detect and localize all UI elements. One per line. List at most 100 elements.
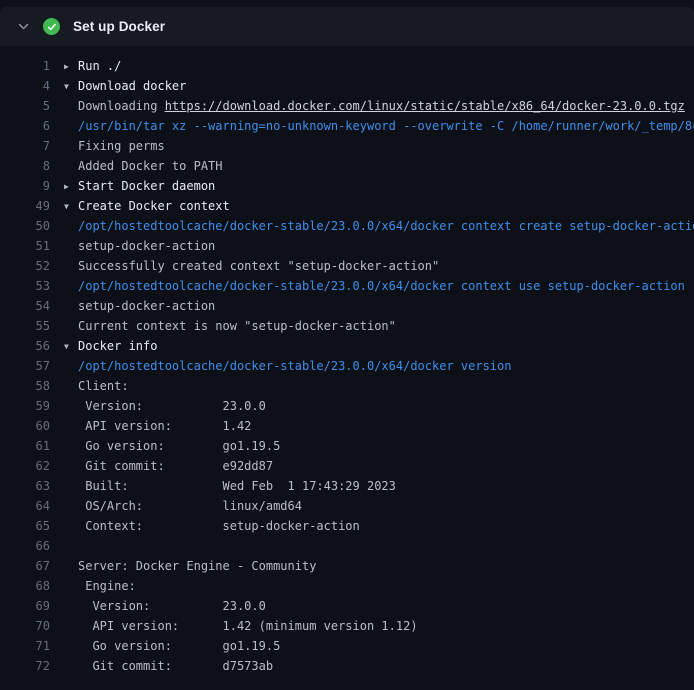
group-title: Run ./: [78, 59, 121, 73]
step-header[interactable]: Set up Docker: [0, 7, 694, 46]
line-number[interactable]: 68: [0, 576, 50, 596]
log-text: Current context is now "setup-docker-act…: [64, 316, 396, 336]
line-number[interactable]: 57: [0, 356, 50, 376]
step-title: Set up Docker: [73, 19, 165, 34]
line-number[interactable]: 51: [0, 236, 50, 256]
line-number[interactable]: 61: [0, 436, 50, 456]
log-line: 71 Go version: go1.19.5: [0, 636, 694, 656]
group-title: Docker info: [78, 339, 157, 353]
log-line: 60 API version: 1.42: [0, 416, 694, 436]
line-number[interactable]: 9: [0, 176, 50, 196]
log-text: API version: 1.42: [64, 416, 251, 436]
log-text: Version: 23.0.0: [64, 396, 266, 416]
log-line: 63 Built: Wed Feb 1 17:43:29 2023: [0, 476, 694, 496]
log-line: 64 OS/Arch: linux/amd64: [0, 496, 694, 516]
line-number[interactable]: 1: [0, 56, 50, 76]
log-text: Context: setup-docker-action: [64, 516, 360, 536]
line-number[interactable]: 55: [0, 316, 50, 336]
success-check-icon: [43, 18, 60, 35]
line-number[interactable]: 59: [0, 396, 50, 416]
log-text: Server: Docker Engine - Community: [64, 556, 316, 576]
line-number[interactable]: 63: [0, 476, 50, 496]
log-line[interactable]: 4 ▼Download docker: [0, 76, 694, 96]
log-line[interactable]: 9 ▶Start Docker daemon: [0, 176, 694, 196]
log-text: Go version: go1.19.5: [64, 436, 280, 456]
line-number[interactable]: 56: [0, 336, 50, 356]
line-number[interactable]: 70: [0, 616, 50, 636]
log-line: 65 Context: setup-docker-action: [0, 516, 694, 536]
expand-toggle-icon[interactable]: ▶: [64, 57, 78, 76]
log-text: Git commit: e92dd87: [64, 456, 273, 476]
line-number[interactable]: 58: [0, 376, 50, 396]
collapse-toggle-icon[interactable]: ▼: [64, 77, 78, 96]
group-title: Download docker: [78, 79, 186, 93]
log-text: Built: Wed Feb 1 17:43:29 2023: [64, 476, 396, 496]
line-number[interactable]: 67: [0, 556, 50, 576]
log-text: Go version: go1.19.5: [64, 636, 280, 656]
log-line: 5 Downloading https://download.docker.com…: [0, 96, 694, 116]
collapse-toggle-icon[interactable]: ▼: [64, 197, 78, 216]
log-text: setup-docker-action: [64, 296, 215, 316]
log-line[interactable]: 1 ▶Run ./: [0, 56, 694, 76]
log-text: setup-docker-action: [64, 236, 215, 256]
log-line: 61 Go version: go1.19.5: [0, 436, 694, 456]
log-line[interactable]: 56 ▼Docker info: [0, 336, 694, 356]
log-line: 7 Fixing perms: [0, 136, 694, 156]
collapse-toggle-icon[interactable]: ▼: [64, 337, 78, 356]
log-line: 69 Version: 23.0.0: [0, 596, 694, 616]
log-text: Added Docker to PATH: [64, 156, 223, 176]
log-line: 67 Server: Docker Engine - Community: [0, 556, 694, 576]
log-text: Downloading: [78, 99, 165, 113]
chevron-down-icon[interactable]: [16, 20, 30, 34]
log-line: 62 Git commit: e92dd87: [0, 456, 694, 476]
log-text: [64, 536, 78, 556]
log-text: Fixing perms: [64, 136, 165, 156]
line-number[interactable]: 7: [0, 136, 50, 156]
group-title: Create Docker context: [78, 199, 230, 213]
log-line: 51 setup-docker-action: [0, 236, 694, 256]
line-number[interactable]: 60: [0, 416, 50, 436]
line-number[interactable]: 65: [0, 516, 50, 536]
line-number[interactable]: 6: [0, 116, 50, 136]
log-command-text: /opt/hostedtoolcache/docker-stable/23.0.…: [64, 276, 685, 296]
log-url-link[interactable]: https://download.docker.com/linux/static…: [165, 99, 685, 113]
line-number[interactable]: 5: [0, 96, 50, 116]
log-command-text: /usr/bin/tar xz --warning=no-unknown-key…: [64, 116, 694, 136]
log-line: 53/opt/hostedtoolcache/docker-stable/23.…: [0, 276, 694, 296]
line-number[interactable]: 54: [0, 296, 50, 316]
log-line: 68 Engine:: [0, 576, 694, 596]
line-number[interactable]: 49: [0, 196, 50, 216]
line-number[interactable]: 71: [0, 636, 50, 656]
line-number[interactable]: 66: [0, 536, 50, 556]
line-number[interactable]: 8: [0, 156, 50, 176]
group-title: Start Docker daemon: [78, 179, 215, 193]
line-number[interactable]: 72: [0, 656, 50, 676]
expand-toggle-icon[interactable]: ▶: [64, 177, 78, 196]
log-line: 58 Client:: [0, 376, 694, 396]
line-number[interactable]: 50: [0, 216, 50, 236]
log-text: Version: 23.0.0: [64, 596, 266, 616]
log-line: 54 setup-docker-action: [0, 296, 694, 316]
log-text: Client:: [64, 376, 129, 396]
line-number[interactable]: 53: [0, 276, 50, 296]
log-command-text: /opt/hostedtoolcache/docker-stable/23.0.…: [64, 356, 511, 376]
log-line: 70 API version: 1.42 (minimum version 1.…: [0, 616, 694, 636]
line-number[interactable]: 4: [0, 76, 50, 96]
log-line: 8 Added Docker to PATH: [0, 156, 694, 176]
log-command-text: /opt/hostedtoolcache/docker-stable/23.0.…: [64, 216, 694, 236]
log-text: Git commit: d7573ab: [64, 656, 273, 676]
line-number[interactable]: 52: [0, 256, 50, 276]
line-number[interactable]: 62: [0, 456, 50, 476]
line-number[interactable]: 69: [0, 596, 50, 616]
log-line: 72 Git commit: d7573ab: [0, 656, 694, 676]
log-text: Successfully created context "setup-dock…: [64, 256, 439, 276]
line-number[interactable]: 64: [0, 496, 50, 516]
log-line: 55 Current context is now "setup-docker-a…: [0, 316, 694, 336]
log-text: Engine:: [64, 576, 136, 596]
log-line[interactable]: 49 ▼Create Docker context: [0, 196, 694, 216]
log-line: 59 Version: 23.0.0: [0, 396, 694, 416]
log-text: API version: 1.42 (minimum version 1.12): [64, 616, 418, 636]
log-line: 50/opt/hostedtoolcache/docker-stable/23.…: [0, 216, 694, 236]
log-line: 66: [0, 536, 694, 556]
log-text: OS/Arch: linux/amd64: [64, 496, 302, 516]
